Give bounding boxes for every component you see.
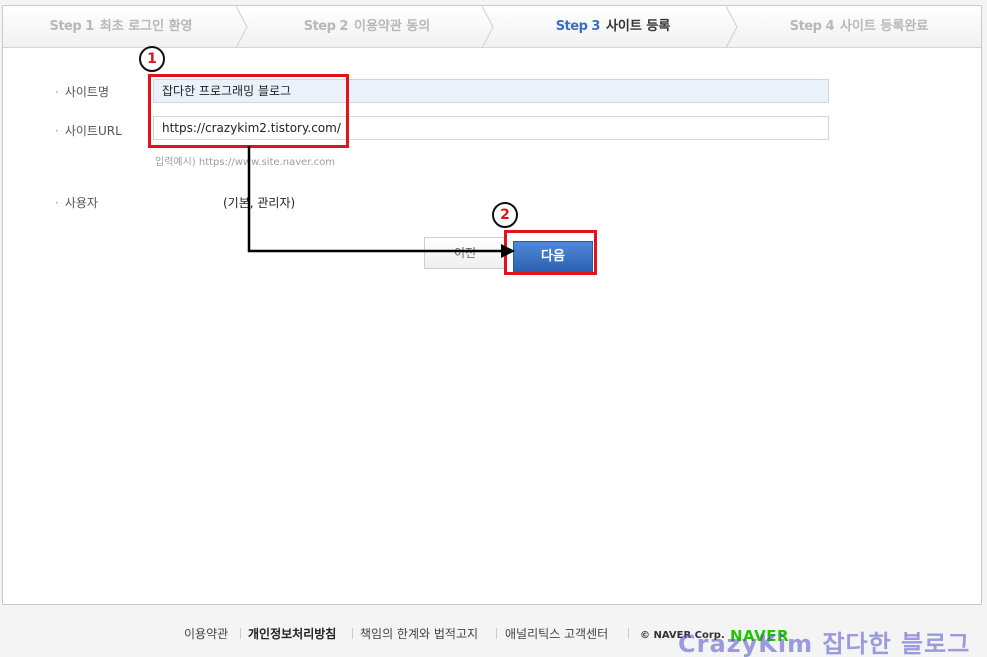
footer-link-privacy[interactable]: 개인정보처리방침 [248, 625, 336, 642]
content-panel: Step 1 최초 로그인 환영 Step 2 이용약관 동의 Step 3 사이트 … [2, 5, 982, 605]
step-progress-bar: Step 1 최초 로그인 환영 Step 2 이용약관 동의 Step 3 사이트 … [3, 6, 981, 48]
blog-watermark: CrazyKim 잡다한 블로그 [678, 630, 971, 657]
footer-link-help[interactable]: 애널리틱스 고객센터 [505, 625, 608, 642]
annotation-badge-2: 2 [492, 202, 518, 228]
footer-link-disclaimer[interactable]: 책임의 한계와 법적고지 [360, 625, 478, 642]
step-separator-icon [235, 6, 248, 48]
annotation-badge-1: 1 [139, 46, 165, 72]
step-4: Step 4 사이트 등록완료 [789, 19, 929, 34]
user-label: · 사용자 [55, 196, 98, 210]
site-url-label: · 사이트URL [55, 124, 122, 138]
footer-link-terms[interactable]: 이용약관 [184, 625, 228, 642]
step-separator-icon [481, 6, 494, 48]
site-name-label: · 사이트명 [55, 85, 109, 99]
highlight-box-1 [148, 74, 349, 148]
step-separator-icon [725, 6, 738, 48]
arrow-icon [247, 146, 515, 258]
step-1: Step 1 최초 로그인 환영 [49, 19, 193, 34]
step-2: Step 2 이용약관 동의 [303, 19, 431, 34]
step-3: Step 3 사이트 등록 [555, 19, 671, 34]
